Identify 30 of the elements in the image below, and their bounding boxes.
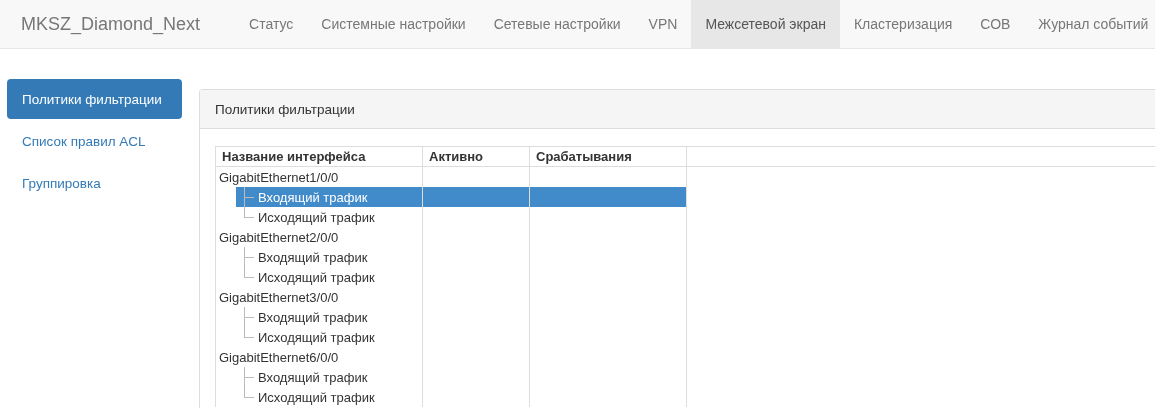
tree-node[interactable]: Входящий трафик — [236, 307, 422, 327]
column-header[interactable]: Срабатывания — [530, 147, 687, 167]
column-header[interactable]: Название интерфейса — [216, 147, 423, 167]
tree-node[interactable]: Исходящий трафик — [236, 387, 422, 407]
tree-node[interactable]: Исходящий трафик — [236, 267, 422, 287]
nav-tab[interactable]: Журнал событий — [1024, 0, 1155, 48]
column-header[interactable]: Активно — [423, 147, 530, 167]
sidebar-item[interactable]: Группировка — [7, 163, 182, 203]
nav-tab[interactable]: Кластеризация — [839, 0, 967, 48]
tree-node[interactable]: Входящий трафик — [236, 247, 422, 267]
panel-title: Политики фильтрации — [215, 101, 355, 117]
sidebar-item[interactable]: Политики фильтрации — [7, 79, 182, 119]
tree-node[interactable]: GigabitEthernet3/0/0 — [216, 289, 339, 305]
nav-tab[interactable]: Сетевые настройки — [479, 0, 635, 48]
nav-tab[interactable]: VPN — [634, 0, 692, 48]
tree-node[interactable]: Исходящий трафик — [236, 327, 422, 347]
tree-node[interactable]: Входящий трафик — [236, 367, 422, 387]
tree-node[interactable]: Исходящий трафик — [236, 207, 422, 227]
nav-tab[interactable]: Системные настройки — [307, 0, 480, 48]
nav-tab[interactable]: Межсетевой экран — [691, 0, 840, 48]
tree-node[interactable]: GigabitEthernet6/0/0 — [216, 349, 339, 365]
tree-node[interactable]: GigabitEthernet1/0/0 — [216, 169, 339, 185]
tree-node[interactable]: GigabitEthernet2/0/0 — [216, 229, 339, 245]
brand-title[interactable]: MKSZ_Diamond_Next — [0, 0, 222, 48]
table-cell[interactable] — [423, 187, 530, 207]
sidebar-item[interactable]: Список правил ACL — [7, 121, 182, 161]
table-cell[interactable] — [530, 187, 687, 207]
tree-node[interactable]: Входящий трафик — [236, 187, 422, 207]
nav-tab[interactable]: СОВ — [966, 0, 1025, 48]
nav-tab[interactable]: Статус — [235, 0, 308, 48]
